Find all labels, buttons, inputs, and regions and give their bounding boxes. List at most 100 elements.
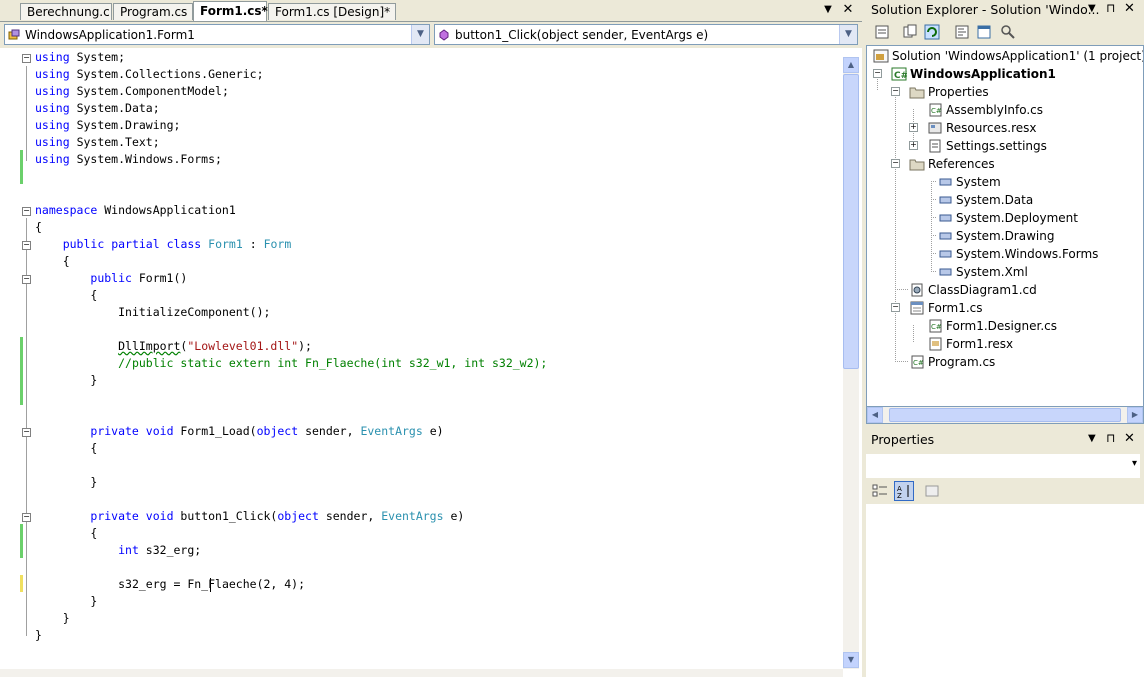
- tree-item-properties[interactable]: Properties: [909, 83, 989, 101]
- scroll-left-icon[interactable]: ◀: [867, 407, 883, 423]
- property-pages-icon[interactable]: [924, 483, 940, 499]
- collapse-icon[interactable]: −: [891, 159, 900, 168]
- code-line: using System.Data;: [35, 100, 160, 117]
- brace: }: [62, 611, 70, 625]
- keyword: using: [35, 50, 70, 64]
- panel-dropdown-icon[interactable]: ▼: [1088, 433, 1096, 444]
- collapse-icon[interactable]: −: [22, 54, 31, 63]
- properties-icon[interactable]: [874, 24, 890, 40]
- class-combo-arrow-icon[interactable]: ▼: [411, 25, 429, 44]
- code-line: }: [35, 610, 70, 627]
- show-all-files-icon[interactable]: [902, 24, 918, 40]
- tab-form1-cs[interactable]: Form1.cs*: [193, 1, 268, 21]
- properties-grid[interactable]: [866, 504, 1144, 677]
- tree-item-solution[interactable]: Solution 'WindowsApplication1' (1 projec…: [873, 47, 1143, 65]
- tree-horizontal-scrollbar[interactable]: ◀ ▶: [866, 407, 1144, 424]
- keyword: void: [145, 509, 174, 523]
- code-line: using System.Collections.Generic;: [35, 66, 264, 83]
- brace: {: [90, 441, 98, 455]
- scroll-thumb[interactable]: [843, 74, 859, 369]
- expand-icon[interactable]: +: [909, 123, 918, 132]
- keyword: private: [90, 509, 139, 523]
- keyword: using: [35, 118, 70, 132]
- code-text: e): [443, 509, 465, 523]
- member-combo[interactable]: button1_Click(object sender, EventArgs e…: [434, 24, 858, 45]
- categorized-icon[interactable]: [872, 483, 888, 499]
- tab-berechnung-c[interactable]: Berechnung.c: [20, 3, 112, 20]
- tree-item-references[interactable]: References: [909, 155, 995, 173]
- tree-item-ref-system-windows-forms[interactable]: System.Windows.Forms: [937, 245, 1098, 263]
- collapse-icon[interactable]: −: [22, 275, 31, 284]
- code-editor[interactable]: − − − − − − using System; using System.C…: [0, 49, 843, 669]
- alphabetical-icon[interactable]: AZ: [894, 481, 914, 501]
- collapse-icon[interactable]: −: [22, 207, 31, 216]
- view-class-diagram-icon[interactable]: [1000, 24, 1016, 40]
- member-combo-arrow-icon[interactable]: ▼: [839, 25, 857, 44]
- tab-program-cs[interactable]: Program.cs: [113, 3, 193, 20]
- code-text: System.Windows.Forms;: [76, 152, 222, 166]
- tree-item-project[interactable]: C# WindowsApplication1: [891, 65, 1056, 83]
- code-editor-window: Berechnung.c Program.cs Form1.cs* Form1.…: [0, 0, 862, 677]
- close-panel-icon[interactable]: ✕: [1124, 1, 1135, 16]
- svg-text:C#: C#: [913, 359, 924, 367]
- close-document-icon[interactable]: ✕: [840, 2, 856, 18]
- scroll-right-icon[interactable]: ▶: [1127, 407, 1143, 423]
- view-code-icon[interactable]: [954, 24, 970, 40]
- tree-item-resources[interactable]: Resources.resx: [927, 119, 1037, 137]
- code-line: private void Form1_Load(object sender, E…: [35, 423, 443, 440]
- editor-horizontal-scrollbar[interactable]: [0, 669, 843, 677]
- brace: }: [90, 475, 98, 489]
- keyword: class: [166, 237, 202, 251]
- collapse-icon[interactable]: −: [891, 87, 900, 96]
- collapse-icon[interactable]: −: [22, 513, 31, 522]
- tree-item-form1-resx[interactable]: Form1.resx: [927, 335, 1013, 353]
- solution-tree[interactable]: − − + + − − Solution 'WindowsApplication…: [866, 45, 1144, 407]
- editor-vertical-scrollbar[interactable]: ▲ ▼: [843, 57, 859, 669]
- code-text: System.Text;: [76, 135, 160, 149]
- tab-form1-design[interactable]: Form1.cs [Design]*: [268, 3, 396, 20]
- code-text: s32_erg;: [138, 543, 202, 557]
- pin-icon[interactable]: ⊓: [1106, 1, 1115, 15]
- combo-arrow-icon[interactable]: ▾: [1132, 458, 1137, 469]
- collapse-icon[interactable]: −: [22, 428, 31, 437]
- tree-item-ref-system-drawing[interactable]: System.Drawing: [937, 227, 1054, 245]
- csharp-file-icon: C#: [929, 319, 942, 333]
- properties-object-combo[interactable]: ▾: [866, 454, 1140, 478]
- class-combo[interactable]: WindowsApplication1.Form1 ▼: [4, 24, 430, 45]
- scroll-up-icon[interactable]: ▲: [843, 57, 859, 73]
- tree-item-ref-system-xml[interactable]: System.Xml: [937, 263, 1028, 281]
- error-squiggle-text: DllImport: [118, 339, 181, 353]
- tree-item-ref-system[interactable]: System: [937, 173, 1001, 191]
- document-tab-strip: Berechnung.c Program.cs Form1.cs* Form1.…: [0, 0, 862, 22]
- tree-item-program-cs[interactable]: C# Program.cs: [909, 353, 995, 371]
- collapse-icon[interactable]: −: [891, 303, 900, 312]
- tree-item-ref-system-deployment[interactable]: System.Deployment: [937, 209, 1078, 227]
- keyword: using: [35, 101, 70, 115]
- tree-item-assemblyinfo[interactable]: C# AssemblyInfo.cs: [927, 101, 1043, 119]
- panel-dropdown-icon[interactable]: ▼: [1088, 3, 1096, 14]
- code-line: //public static extern int Fn_Flaeche(in…: [35, 355, 547, 372]
- scroll-thumb[interactable]: [889, 408, 1121, 422]
- refresh-icon[interactable]: [924, 24, 940, 40]
- tree-item-form1-designer[interactable]: C# Form1.Designer.cs: [927, 317, 1057, 335]
- outline-line: [26, 66, 27, 161]
- collapse-icon[interactable]: −: [873, 69, 882, 78]
- close-panel-icon[interactable]: ✕: [1124, 431, 1135, 446]
- reference-icon: [939, 232, 952, 240]
- text-caret: [210, 578, 211, 592]
- scroll-down-icon[interactable]: ▼: [843, 652, 859, 668]
- code-text: InitializeComponent();: [118, 305, 271, 319]
- expand-icon[interactable]: +: [909, 141, 918, 150]
- pin-icon[interactable]: ⊓: [1106, 431, 1115, 445]
- window-list-dropdown-icon[interactable]: ▼: [820, 2, 836, 18]
- view-designer-icon[interactable]: [976, 24, 992, 40]
- tree-item-ref-system-data[interactable]: System.Data: [937, 191, 1033, 209]
- member-combo-text: button1_Click(object sender, EventArgs e…: [455, 28, 709, 42]
- code-line: namespace WindowsApplication1: [35, 202, 236, 219]
- tree-item-settings[interactable]: Settings.settings: [927, 137, 1047, 155]
- brace: {: [62, 254, 70, 268]
- code-line: {: [35, 525, 97, 542]
- collapse-icon[interactable]: −: [22, 241, 31, 250]
- tree-item-form1-cs[interactable]: Form1.cs: [909, 299, 983, 317]
- tree-item-classdiagram[interactable]: ClassDiagram1.cd: [909, 281, 1037, 299]
